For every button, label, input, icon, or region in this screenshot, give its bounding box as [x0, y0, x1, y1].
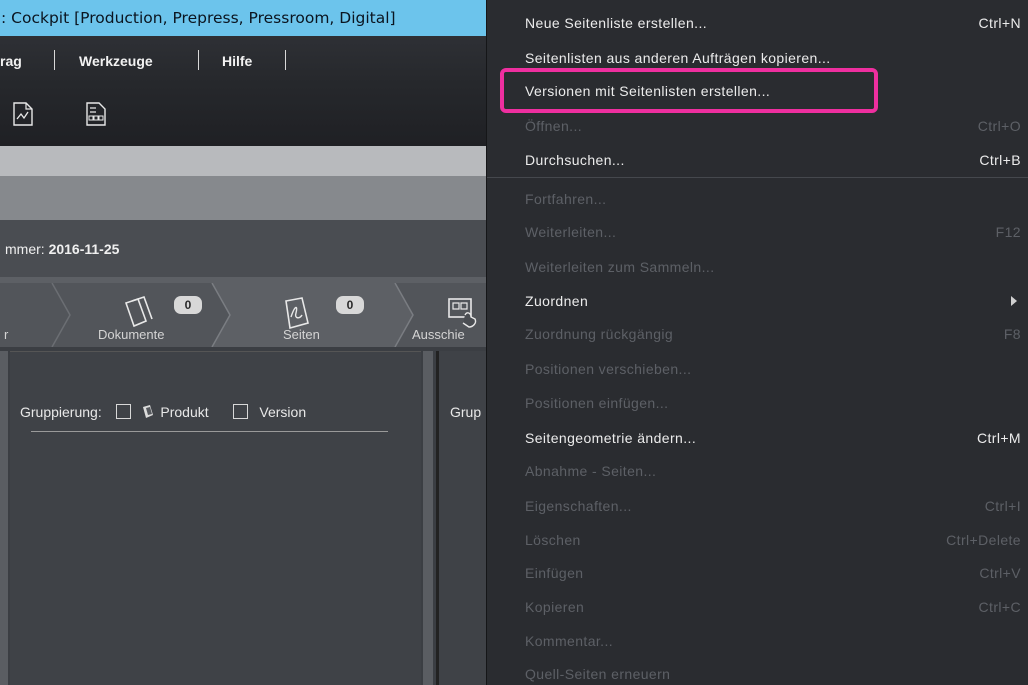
separator-band — [0, 146, 486, 176]
menu-item-loeschen[interactable]: Löschen Ctrl+Delete — [487, 524, 1028, 556]
menu-item-label: Eigenschaften... — [525, 498, 632, 514]
menu-separator — [487, 177, 1028, 178]
documents-count-badge: 0 — [174, 296, 202, 314]
document-layout-icon[interactable] — [86, 102, 106, 126]
menu-item-zuordnen[interactable]: Zuordnen — [487, 285, 1028, 317]
menu-item-einfuegen[interactable]: Einfügen Ctrl+V — [487, 557, 1028, 589]
grouping-label: Gruppierung: — [20, 404, 102, 420]
toolbar — [0, 84, 486, 146]
window-title: : Cockpit [Production, Prepress, Pressro… — [0, 0, 486, 36]
menu-item-shortcut: Ctrl+O — [977, 118, 1021, 134]
menu-item-label: Zuordnung rückgängig — [525, 326, 674, 342]
documents-icon — [124, 295, 153, 328]
menu-item-label: Kopieren — [525, 599, 585, 615]
grouping-row: Gruppierung: Produkt Version — [20, 404, 306, 420]
menu-item-quell-seiten[interactable]: Quell-Seiten erneuern — [487, 658, 1028, 685]
produkt-label: Produkt — [160, 404, 209, 420]
menu-item-shortcut: Ctrl+I — [984, 498, 1021, 514]
step-label: Dokumente — [98, 327, 165, 342]
step-seiten[interactable]: 0 Seiten — [230, 283, 395, 347]
menu-item-label: Seitengeometrie ändern... — [525, 430, 697, 446]
menu-item-label: Quell-Seiten erneuern — [525, 666, 671, 682]
menu-item-positionen-einfuegen[interactable]: Positionen einfügen... — [487, 387, 1028, 419]
menu-item-label: Durchsuchen... — [525, 152, 625, 168]
job-info-bar: mmer: 2016-11-25 — [0, 220, 486, 277]
menu-item-shortcut: Ctrl+M — [976, 430, 1021, 446]
step-label: r — [4, 327, 9, 342]
version-checkbox[interactable] — [232, 404, 248, 419]
menu-item-shortcut: F8 — [1003, 326, 1021, 342]
menu-item-label: Weiterleiten zum Sammeln... — [525, 259, 715, 275]
menu-item-label: Abnahme - Seiten... — [525, 463, 657, 479]
menu-item-shortcut: Ctrl+C — [978, 599, 1021, 615]
highlight-annotation — [500, 68, 878, 113]
menu-item-shortcut: Ctrl+Delete — [946, 532, 1021, 548]
menu-item-shortcut: F12 — [995, 224, 1021, 240]
menu-auftrag[interactable]: rag — [0, 53, 22, 69]
menu-item-label: Löschen — [525, 532, 581, 548]
workflow-steps: r 0 Dokumente 0 Seiten Ausschie — [0, 283, 486, 347]
menu-item-weiterleiten[interactable]: Weiterleiten... F12 — [487, 216, 1028, 248]
menu-separator — [285, 50, 286, 70]
submenu-arrow-icon — [1011, 296, 1017, 306]
secondary-panel — [436, 351, 486, 685]
menu-item-shortcut: Ctrl+V — [979, 565, 1021, 581]
splitter[interactable] — [423, 351, 433, 685]
menu-item-weiterleiten-sammeln[interactable]: Weiterleiten zum Sammeln... — [487, 251, 1028, 283]
menu-item-eigenschaften[interactable]: Eigenschaften... Ctrl+I — [487, 490, 1028, 522]
job-number: mmer: 2016-11-25 — [5, 241, 119, 257]
menu-bar: rag Werkzeuge Hilfe — [0, 36, 486, 84]
product-icon — [142, 405, 153, 418]
menu-item-zuordnung-rueckgaengig[interactable]: Zuordnung rückgängig F8 — [487, 318, 1028, 350]
menu-item-label: Positionen verschieben... — [525, 361, 692, 377]
header-strip — [0, 176, 486, 220]
pages-panel — [10, 351, 421, 685]
menu-item-shortcut: Ctrl+B — [979, 152, 1021, 168]
menu-item-kopieren[interactable]: Kopieren Ctrl+C — [487, 591, 1028, 623]
step-label: Seiten — [283, 327, 320, 342]
version-label: Version — [259, 404, 307, 420]
cockpit-window: : Cockpit [Production, Prepress, Pressro… — [0, 0, 486, 685]
menu-werkzeuge[interactable]: Werkzeuge — [79, 53, 153, 69]
job-number-label: mmer: — [5, 241, 45, 257]
menu-item-oeffnen[interactable]: Öffnen... Ctrl+O — [487, 110, 1028, 142]
menu-item-durchsuchen[interactable]: Durchsuchen... Ctrl+B — [487, 144, 1028, 176]
step-ausschiessen[interactable]: Ausschie — [412, 283, 486, 347]
menu-item-label: Einfügen — [525, 565, 584, 581]
menu-item-fortfahren[interactable]: Fortfahren... — [487, 183, 1028, 215]
menu-item-neue-seitenliste[interactable]: Neue Seitenliste erstellen... Ctrl+N — [487, 7, 1028, 39]
menu-item-kommentar[interactable]: Kommentar... — [487, 625, 1028, 657]
pdf-page-icon — [285, 297, 309, 330]
menu-item-label: Kommentar... — [525, 633, 614, 649]
menu-item-shortcut: Ctrl+N — [978, 15, 1021, 31]
menu-item-label: Positionen einfügen... — [525, 395, 669, 411]
grouping-divider — [31, 431, 388, 432]
imposition-hand-icon — [448, 298, 477, 328]
menu-item-label: Seitenlisten aus anderen Aufträgen kopie… — [525, 50, 831, 66]
pages-count-badge: 0 — [336, 296, 364, 314]
step-previous[interactable]: r — [0, 283, 52, 347]
menu-item-seitengeometrie[interactable]: Seitengeometrie ändern... Ctrl+M — [487, 422, 1028, 454]
menu-item-abnahme-seiten[interactable]: Abnahme - Seiten... — [487, 455, 1028, 487]
menu-item-label: Fortfahren... — [525, 191, 607, 207]
menu-item-label: Weiterleiten... — [525, 224, 617, 240]
menu-separator — [54, 50, 55, 70]
document-chart-icon[interactable] — [13, 102, 33, 126]
step-label: Ausschie — [412, 327, 465, 342]
menu-item-label: Neue Seitenliste erstellen... — [525, 15, 708, 31]
splitter[interactable] — [0, 351, 8, 685]
produkt-checkbox[interactable] — [115, 404, 131, 419]
job-number-value: 2016-11-25 — [48, 241, 120, 257]
menu-item-label: Zuordnen — [525, 293, 589, 309]
menu-item-positionen-verschieben[interactable]: Positionen verschieben... — [487, 353, 1028, 385]
step-dokumente[interactable]: 0 Dokumente — [70, 283, 212, 347]
grouping-label-right: Grup — [450, 404, 482, 420]
menu-hilfe[interactable]: Hilfe — [222, 53, 252, 69]
menu-item-label: Öffnen... — [525, 118, 583, 134]
menu-separator — [198, 50, 199, 70]
